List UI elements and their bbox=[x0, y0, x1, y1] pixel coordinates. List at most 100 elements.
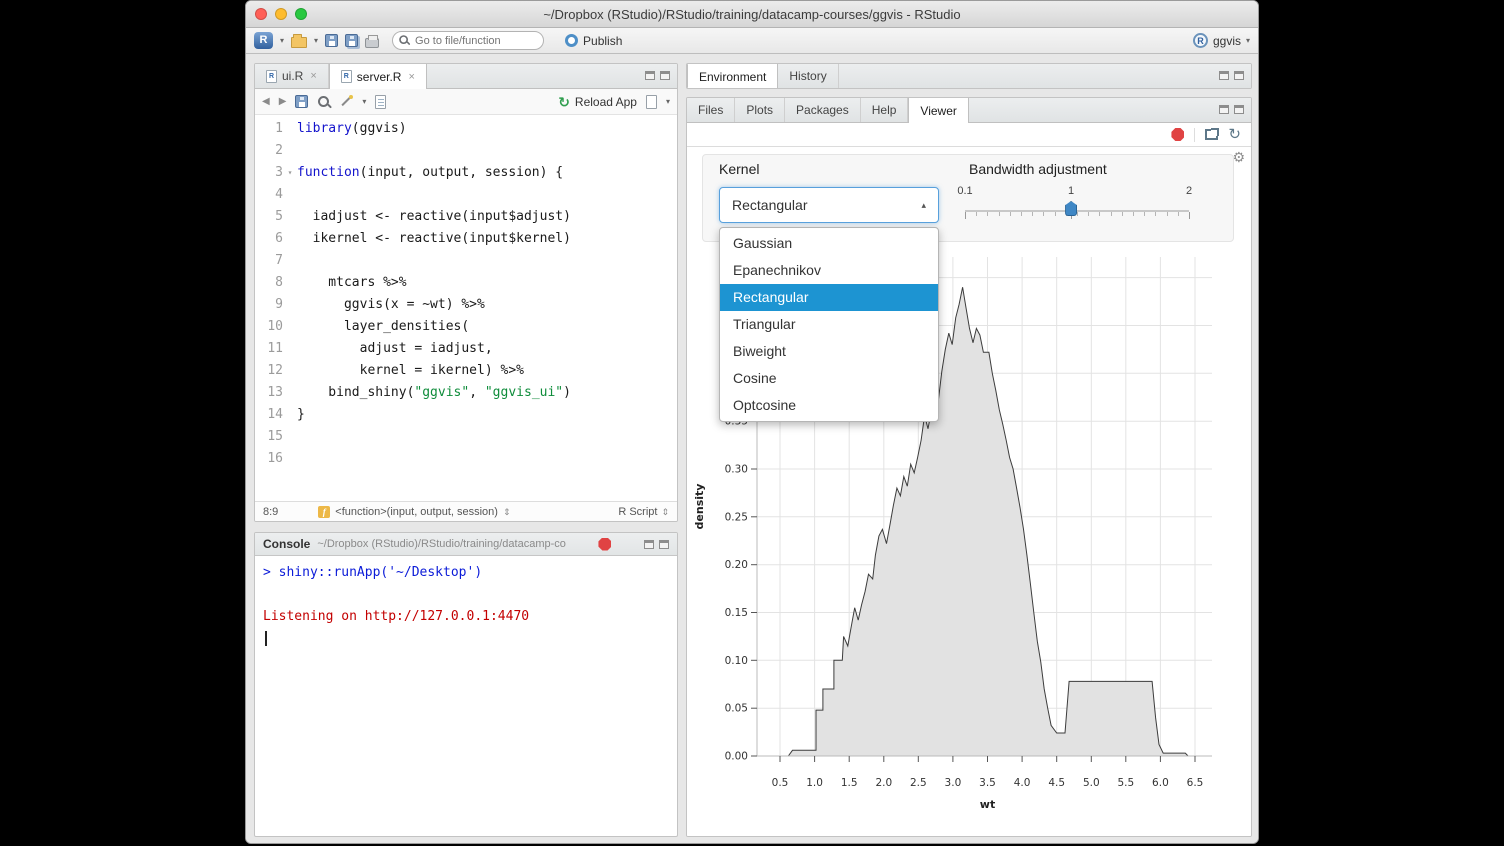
kernel-option-biweight[interactable]: Biweight bbox=[720, 338, 938, 365]
kernel-option-gaussian[interactable]: Gaussian bbox=[720, 230, 938, 257]
tab-label: Packages bbox=[796, 103, 849, 117]
minimize-pane-icon[interactable] bbox=[644, 540, 654, 549]
tab-environment[interactable]: Environment bbox=[687, 64, 778, 89]
fold-marker-icon[interactable] bbox=[283, 206, 297, 228]
code-line[interactable]: 14} bbox=[255, 404, 677, 426]
fold-marker-icon[interactable] bbox=[283, 316, 297, 338]
console-body[interactable]: > shiny::runApp('~/Desktop') Listening o… bbox=[255, 556, 677, 652]
project-menu-button[interactable]: R ggvis ▾ bbox=[1193, 33, 1250, 48]
fold-marker-icon[interactable] bbox=[283, 250, 297, 272]
r-project-icon[interactable]: R bbox=[254, 32, 273, 49]
find-replace-icon[interactable] bbox=[317, 95, 331, 109]
zoom-window-button[interactable] bbox=[295, 8, 307, 20]
code-line[interactable]: 9 ggvis(x = ~wt) %>% bbox=[255, 294, 677, 316]
scope-selector[interactable]: f <function>(input, output, session) ⇕ bbox=[318, 506, 510, 518]
chevron-down-icon[interactable]: ▾ bbox=[314, 37, 318, 45]
kernel-option-rectangular[interactable]: Rectangular bbox=[720, 284, 938, 311]
forward-icon[interactable]: ▶ bbox=[279, 96, 287, 107]
slider-handle[interactable] bbox=[1065, 201, 1077, 216]
pane-window-buttons bbox=[644, 540, 669, 549]
fold-marker-icon[interactable] bbox=[283, 118, 297, 140]
fold-marker-icon[interactable] bbox=[283, 360, 297, 382]
chevron-down-icon[interactable]: ▾ bbox=[666, 98, 670, 106]
tab-plots[interactable]: Plots bbox=[735, 98, 785, 122]
kernel-option-epanechnikov[interactable]: Epanechnikov bbox=[720, 257, 938, 284]
minimize-pane-icon[interactable] bbox=[645, 71, 655, 80]
svg-text:1.5: 1.5 bbox=[841, 777, 858, 789]
fold-marker-icon[interactable] bbox=[283, 140, 297, 162]
fold-marker-icon[interactable] bbox=[283, 404, 297, 426]
tab-files[interactable]: Files bbox=[687, 98, 735, 122]
refresh-icon[interactable]: ↻ bbox=[1228, 127, 1241, 142]
save-all-icon[interactable] bbox=[345, 34, 358, 47]
tab-history[interactable]: History bbox=[778, 64, 838, 88]
print-icon[interactable] bbox=[365, 38, 379, 48]
minimize-window-button[interactable] bbox=[275, 8, 287, 20]
code-line[interactable]: 7 bbox=[255, 250, 677, 272]
fold-marker-icon[interactable] bbox=[283, 184, 297, 206]
reload-app-button[interactable]: ↻ Reload App bbox=[558, 95, 637, 109]
maximize-pane-icon[interactable] bbox=[659, 540, 669, 549]
code-line[interactable]: 5 iadjust <- reactive(input$adjust) bbox=[255, 206, 677, 228]
kernel-option-cosine[interactable]: Cosine bbox=[720, 365, 938, 392]
tab-ui-r[interactable]: Rui.R× bbox=[255, 64, 329, 88]
code-line[interactable]: 4 bbox=[255, 184, 677, 206]
bandwidth-slider[interactable]: 0.1 1 2 bbox=[965, 183, 1189, 229]
kernel-option-optcosine[interactable]: Optcosine bbox=[720, 392, 938, 419]
console-title[interactable]: Console bbox=[263, 537, 310, 551]
tab-viewer[interactable]: Viewer bbox=[908, 98, 968, 123]
tab-help[interactable]: Help bbox=[861, 98, 909, 122]
fold-marker-icon[interactable]: ▾ bbox=[283, 162, 297, 184]
kernel-option-triangular[interactable]: Triangular bbox=[720, 311, 938, 338]
code-line[interactable]: 1library(ggvis) bbox=[255, 118, 677, 140]
magic-wand-icon[interactable] bbox=[340, 95, 353, 108]
maximize-pane-icon[interactable] bbox=[660, 71, 670, 80]
stop-icon[interactable] bbox=[598, 538, 611, 551]
minimize-pane-icon[interactable] bbox=[1219, 71, 1229, 80]
line-number: 12 bbox=[255, 360, 283, 382]
stop-app-icon[interactable] bbox=[1171, 128, 1184, 141]
code-line[interactable]: 2 bbox=[255, 140, 677, 162]
goto-file-input[interactable] bbox=[392, 31, 544, 50]
fold-marker-icon[interactable] bbox=[283, 338, 297, 360]
open-file-icon[interactable] bbox=[291, 37, 307, 48]
minimize-pane-icon[interactable] bbox=[1219, 105, 1229, 114]
maximize-pane-icon[interactable] bbox=[1234, 71, 1244, 80]
tab-server-r[interactable]: Rserver.R× bbox=[329, 64, 427, 89]
fold-marker-icon[interactable] bbox=[283, 426, 297, 448]
code-line[interactable]: 10 layer_densities( bbox=[255, 316, 677, 338]
titlebar[interactable]: ~/Dropbox (RStudio)/RStudio/training/dat… bbox=[246, 1, 1258, 28]
publish-button[interactable]: Publish bbox=[565, 34, 622, 48]
code-line[interactable]: 12 kernel = ikernel) %>% bbox=[255, 360, 677, 382]
fold-marker-icon[interactable] bbox=[283, 228, 297, 250]
code-line[interactable]: 3▾function(input, output, session) { bbox=[255, 162, 677, 184]
close-window-button[interactable] bbox=[255, 8, 267, 20]
code-line[interactable]: 8 mtcars %>% bbox=[255, 272, 677, 294]
doc-type-selector[interactable]: R Script ⇕ bbox=[618, 506, 669, 518]
kernel-select[interactable]: Rectangular ▴ bbox=[719, 187, 939, 223]
compile-report-icon[interactable] bbox=[375, 95, 386, 109]
fold-marker-icon[interactable] bbox=[283, 272, 297, 294]
save-icon[interactable] bbox=[295, 95, 308, 108]
gear-icon[interactable]: ⚙ bbox=[1232, 149, 1245, 166]
code-line[interactable]: 13 bind_shiny("ggvis", "ggvis_ui") bbox=[255, 382, 677, 404]
save-icon[interactable] bbox=[325, 34, 338, 47]
fold-marker-icon[interactable] bbox=[283, 382, 297, 404]
tab-packages[interactable]: Packages bbox=[785, 98, 861, 122]
back-icon[interactable]: ◀ bbox=[262, 96, 270, 107]
chevron-down-icon[interactable]: ▾ bbox=[280, 37, 284, 45]
close-icon[interactable]: × bbox=[408, 71, 414, 83]
source-menu-icon[interactable] bbox=[646, 95, 657, 109]
code-line[interactable]: 11 adjust = iadjust, bbox=[255, 338, 677, 360]
maximize-pane-icon[interactable] bbox=[1234, 105, 1244, 114]
fold-marker-icon[interactable] bbox=[283, 294, 297, 316]
slider-tick bbox=[999, 212, 1000, 216]
code-line[interactable]: 6 ikernel <- reactive(input$kernel) bbox=[255, 228, 677, 250]
close-icon[interactable]: × bbox=[310, 70, 316, 82]
open-in-new-window-icon[interactable] bbox=[1205, 129, 1218, 140]
code-editor[interactable]: 1library(ggvis)23▾function(input, output… bbox=[255, 115, 677, 501]
chevron-down-icon[interactable]: ▾ bbox=[362, 98, 366, 106]
code-line[interactable]: 16 bbox=[255, 448, 677, 470]
fold-marker-icon[interactable] bbox=[283, 448, 297, 470]
code-line[interactable]: 15 bbox=[255, 426, 677, 448]
